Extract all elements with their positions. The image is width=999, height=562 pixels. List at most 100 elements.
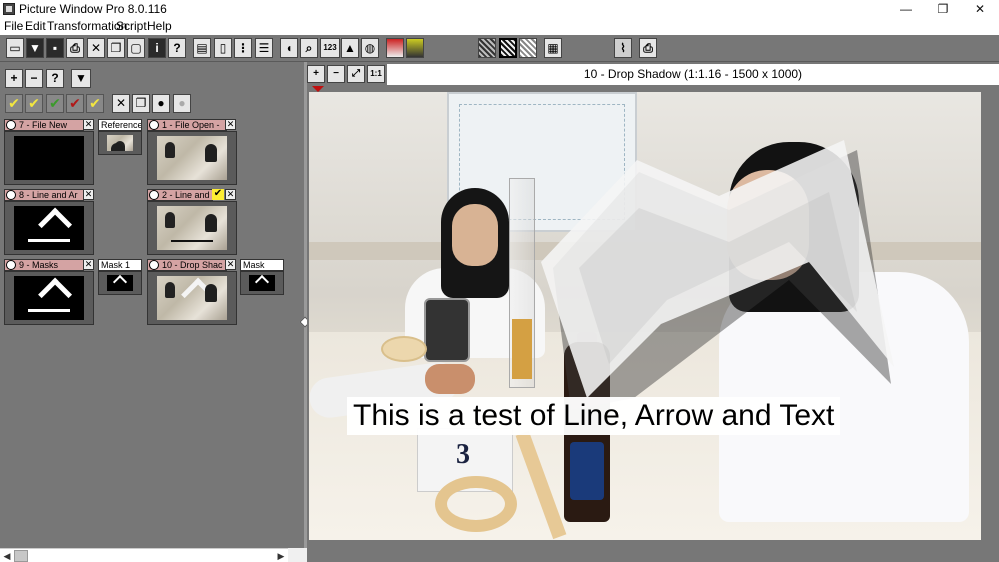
- card-label[interactable]: 8 - Line and Ar: [4, 189, 84, 201]
- thumbnail-reference[interactable]: [98, 131, 142, 155]
- card-label[interactable]: Reference: [98, 119, 142, 131]
- disk-icon[interactable]: ▪: [46, 38, 64, 58]
- check-red[interactable]: ✔: [66, 94, 84, 113]
- new-window-icon[interactable]: ▭: [6, 38, 24, 58]
- card-label[interactable]: 10 - Drop Shac: [147, 259, 227, 271]
- close-window-button[interactable]: ✕: [961, 0, 999, 18]
- card-label[interactable]: 7 - File New: [4, 119, 84, 131]
- info-icon[interactable]: i: [148, 38, 166, 58]
- arrow-shape: [38, 277, 73, 312]
- card-close-button[interactable]: ✕: [225, 119, 236, 130]
- check-icon: ✔: [28, 95, 40, 111]
- card-label[interactable]: Mask 1: [98, 259, 142, 271]
- thumbnail-image: [249, 275, 275, 291]
- circle-dark-icon[interactable]: ●: [152, 94, 170, 113]
- thumbnail-image: [107, 275, 133, 291]
- menu-help[interactable]: Help: [147, 19, 172, 33]
- menu-edit[interactable]: Edit: [25, 19, 46, 33]
- window-title: Picture Window Pro 8.0.116: [19, 2, 167, 16]
- circle-light-icon[interactable]: ●: [173, 94, 191, 113]
- minimize-button[interactable]: —: [887, 0, 925, 18]
- title-bar: Picture Window Pro 8.0.116 — ❐ ✕: [0, 0, 999, 18]
- card-radio[interactable]: [6, 260, 16, 270]
- horizontal-scrollbar[interactable]: ◀ ▶: [0, 548, 288, 562]
- panel-list-icon[interactable]: ☰: [255, 38, 273, 58]
- close-icon[interactable]: ✕: [87, 38, 105, 58]
- thumbnail-drop-shadow[interactable]: [147, 271, 237, 325]
- image-zoom-in-button[interactable]: +: [307, 65, 325, 83]
- zoom-icon[interactable]: ⌕: [300, 38, 318, 58]
- color-wheel-icon[interactable]: ◍: [361, 38, 379, 58]
- thumbnail-line-and-text[interactable]: [147, 201, 237, 255]
- card-close-button[interactable]: ✕: [225, 259, 236, 270]
- thumbnail-masks[interactable]: [4, 271, 94, 325]
- gradient-icon[interactable]: [386, 38, 404, 58]
- check-green[interactable]: ✔: [46, 94, 64, 113]
- actual-size-button[interactable]: 1:1: [367, 65, 385, 83]
- card-close-button[interactable]: ✕: [83, 259, 94, 270]
- thumbnail-mask[interactable]: [240, 271, 284, 295]
- card-radio[interactable]: [149, 260, 159, 270]
- thumbnail-mask-1[interactable]: [98, 271, 142, 295]
- zoom-out-button[interactable]: −: [25, 69, 43, 88]
- scroll-left-icon[interactable]: ◀: [1, 550, 13, 562]
- paste-icon[interactable]: ▢: [127, 38, 145, 58]
- duplicate-icon[interactable]: ❐: [132, 94, 150, 113]
- fit-to-window-button[interactable]: ⤢: [347, 65, 365, 83]
- image-zoom-out-button[interactable]: −: [327, 65, 345, 83]
- dropdown-button[interactable]: ▼: [71, 69, 91, 88]
- graph-icon[interactable]: ⌇: [614, 38, 632, 58]
- print-icon[interactable]: ⎙: [66, 38, 84, 58]
- zoom-in-button[interactable]: +: [5, 69, 23, 88]
- thumbnail-image: [157, 206, 227, 250]
- help-button[interactable]: ?: [46, 69, 64, 88]
- check-icon: ✔: [69, 95, 81, 111]
- panel-single-icon[interactable]: ▯: [214, 38, 232, 58]
- save-icon[interactable]: ▼: [26, 38, 44, 58]
- help-icon[interactable]: ?: [168, 38, 186, 58]
- selected-check-icon[interactable]: ✔: [212, 189, 224, 200]
- panel-dots-icon[interactable]: ⋮: [234, 38, 252, 58]
- check-yellow-3[interactable]: ✔: [86, 94, 104, 113]
- thumbnail-image: [14, 136, 84, 180]
- menu-file[interactable]: File: [4, 19, 23, 33]
- card-close-button[interactable]: ✕: [225, 189, 236, 200]
- print-color-icon[interactable]: ⎙: [639, 38, 657, 58]
- thumbnail-image: [157, 136, 227, 180]
- thumbnail-line-and-arrow[interactable]: [4, 201, 94, 255]
- card-close-button[interactable]: ✕: [83, 189, 94, 200]
- thumbnail-file-open[interactable]: [147, 131, 237, 185]
- pattern-selected-icon[interactable]: [499, 38, 517, 58]
- card-close-button[interactable]: ✕: [83, 119, 94, 130]
- thumbnail-image: [157, 276, 227, 320]
- card-label[interactable]: 1 - File Open -: [147, 119, 227, 131]
- grid-icon[interactable]: ▦: [544, 38, 562, 58]
- image-title: 10 - Drop Shadow (1:1.16 - 1500 x 1000): [387, 64, 999, 85]
- pattern-light-icon[interactable]: [519, 38, 537, 58]
- pattern-dark-icon[interactable]: [478, 38, 496, 58]
- check-yellow-1[interactable]: ✔: [5, 94, 23, 113]
- levels-icon[interactable]: [406, 38, 424, 58]
- menu-script[interactable]: Script: [116, 19, 147, 33]
- arrow-overlay: [541, 140, 894, 410]
- card-radio[interactable]: [149, 190, 159, 200]
- arrow-shape: [38, 207, 73, 242]
- card-radio[interactable]: [149, 120, 159, 130]
- main-image[interactable]: 3 This is a test of Line, Arrow and Text: [309, 92, 981, 540]
- histogram-icon[interactable]: ▲: [341, 38, 359, 58]
- text-line: [171, 240, 213, 242]
- scroll-thumb[interactable]: [14, 550, 28, 562]
- card-radio[interactable]: [6, 190, 16, 200]
- thumbnail-file-new[interactable]: [4, 131, 94, 185]
- restore-button[interactable]: ❐: [924, 0, 962, 18]
- scroll-right-icon[interactable]: ▶: [275, 550, 287, 562]
- card-radio[interactable]: [6, 120, 16, 130]
- card-label[interactable]: 9 - Masks: [4, 259, 84, 271]
- card-label[interactable]: Mask: [240, 259, 284, 271]
- panel-layout-icon[interactable]: ▤: [193, 38, 211, 58]
- close-tool-button[interactable]: ✕: [112, 94, 130, 113]
- copy-icon[interactable]: ❐: [107, 38, 125, 58]
- check-yellow-2[interactable]: ✔: [25, 94, 43, 113]
- mouse-icon[interactable]: ◖: [280, 38, 298, 58]
- counter-icon[interactable]: 123: [320, 38, 340, 58]
